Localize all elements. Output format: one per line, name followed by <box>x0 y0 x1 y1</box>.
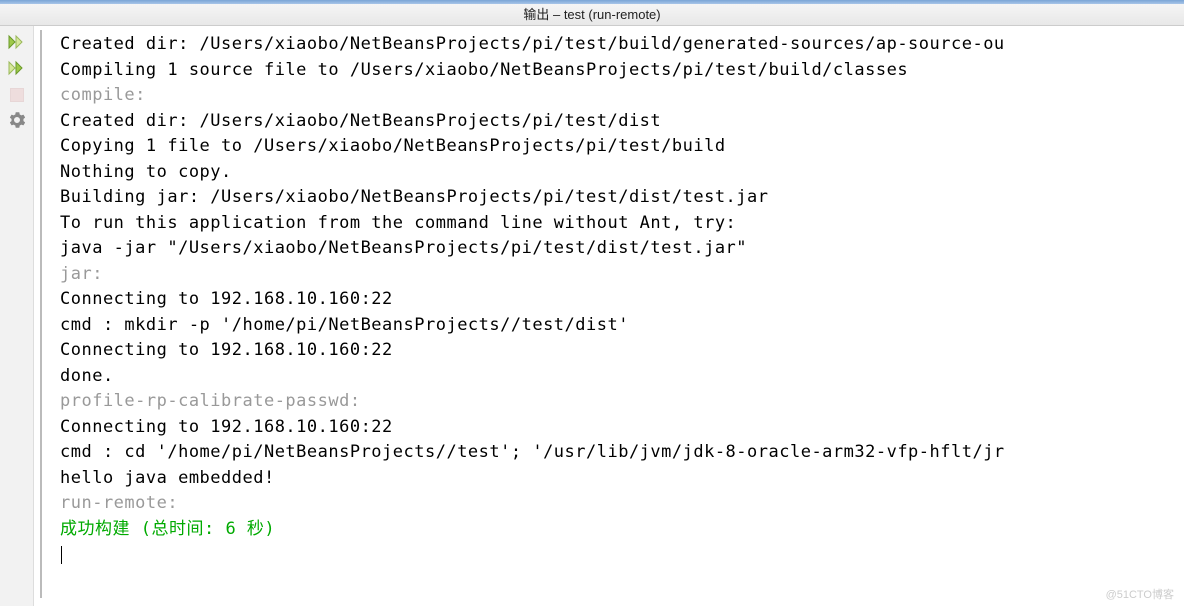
output-line: Connecting to 192.168.10.160:22 <box>60 338 1176 364</box>
output-console[interactable]: Created dir: /Users/xiaobo/NetBeansProje… <box>42 26 1184 606</box>
output-line: jar: <box>60 262 1176 288</box>
output-line: compile: <box>60 83 1176 109</box>
output-line: Copying 1 file to /Users/xiaobo/NetBeans… <box>60 134 1176 160</box>
window-title: 输出 – test (run-remote) <box>523 7 660 22</box>
output-toolbar <box>0 26 34 606</box>
output-line: Nothing to copy. <box>60 160 1176 186</box>
output-line: Compiling 1 source file to /Users/xiaobo… <box>60 58 1176 84</box>
output-line: To run this application from the command… <box>60 211 1176 237</box>
gear-icon <box>9 112 25 131</box>
rerun-alt-button[interactable] <box>6 58 28 80</box>
output-line: Created dir: /Users/xiaobo/NetBeansProje… <box>60 32 1176 58</box>
output-line: 成功构建 (总时间: 6 秒) <box>60 517 1176 543</box>
output-line: Created dir: /Users/xiaobo/NetBeansProje… <box>60 109 1176 135</box>
stop-button <box>6 84 28 106</box>
rerun-button[interactable] <box>6 32 28 54</box>
play-play-icon <box>8 34 26 53</box>
play-play-alt-icon <box>8 60 26 79</box>
output-line: Connecting to 192.168.10.160:22 <box>60 287 1176 313</box>
stop-icon <box>10 88 24 102</box>
output-line: Connecting to 192.168.10.160:22 <box>60 415 1176 441</box>
output-line: cmd : mkdir -p '/home/pi/NetBeansProject… <box>60 313 1176 339</box>
output-line: done. <box>60 364 1176 390</box>
main-area: Created dir: /Users/xiaobo/NetBeansProje… <box>0 26 1184 606</box>
output-line: hello java embedded! <box>60 466 1176 492</box>
watermark: @51CTO博客 <box>1106 586 1174 602</box>
output-line: java -jar "/Users/xiaobo/NetBeansProject… <box>60 236 1176 262</box>
output-line: profile-rp-calibrate-passwd: <box>60 389 1176 415</box>
title-bar: 输出 – test (run-remote) <box>0 4 1184 26</box>
cursor-line <box>60 542 1176 568</box>
output-line: cmd : cd '/home/pi/NetBeansProjects//tes… <box>60 440 1176 466</box>
toolbar-divider <box>34 30 42 598</box>
output-line: run-remote: <box>60 491 1176 517</box>
output-line: Building jar: /Users/xiaobo/NetBeansProj… <box>60 185 1176 211</box>
settings-button[interactable] <box>6 110 28 132</box>
